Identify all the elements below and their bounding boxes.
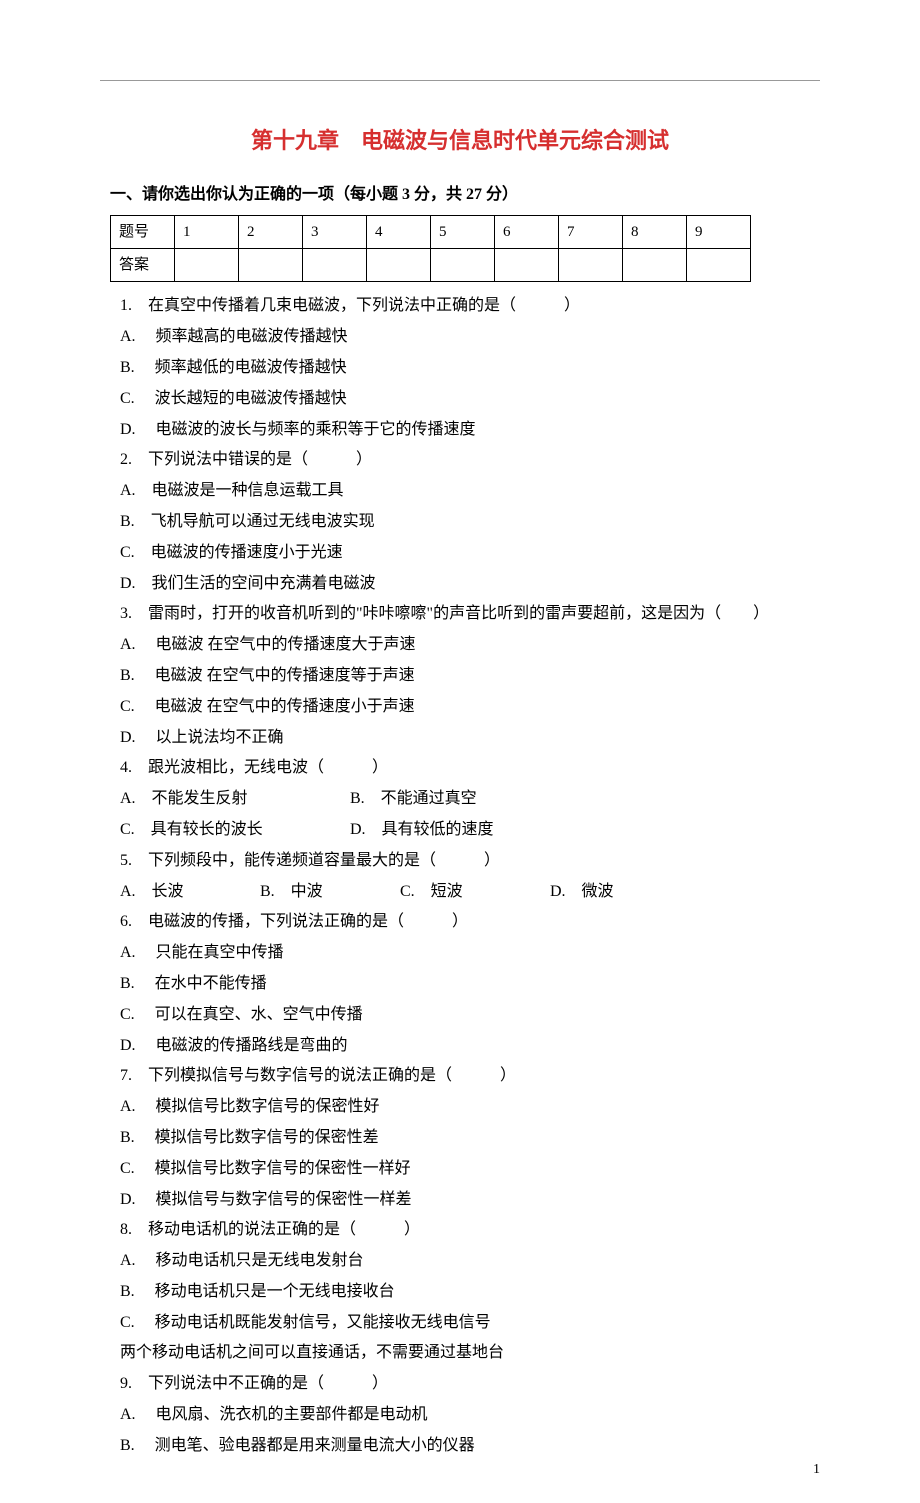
question-option: A. 电风扇、洗衣机的主要部件都是电动机 (120, 1401, 820, 1430)
question-stem: 2. 下列说法中错误的是（ ） (120, 446, 820, 475)
question-option: C. 电磁波的传播速度小于光速 (120, 539, 820, 568)
question-option: A. 电磁波 在空气中的传播速度大于声速 (120, 631, 820, 660)
table-cell (303, 249, 367, 282)
question-option: A. 频率越高的电磁波传播越快 (120, 323, 820, 352)
table-cell: 3 (303, 216, 367, 249)
table-cell (239, 249, 303, 282)
question-option: B. 频率越低的电磁波传播越快 (120, 354, 820, 383)
question-option: A. 移动电话机只是无线电发射台 (120, 1247, 820, 1276)
top-divider (100, 80, 820, 81)
table-cell (495, 249, 559, 282)
question-option: B. 在水中不能传播 (120, 970, 820, 999)
question-option-row: A. 不能发生反射 B. 不能通过真空 (120, 785, 820, 814)
answer-table: 题号 1 2 3 4 5 6 7 8 9 答案 (110, 215, 751, 282)
table-row: 答案 (111, 249, 751, 282)
page: 第十九章 电磁波与信息时代单元综合测试 一、请你选出你认为正确的一项（每小题 3… (0, 0, 920, 1503)
question-stem: 9. 下列说法中不正确的是（ ） (120, 1370, 820, 1399)
table-cell (687, 249, 751, 282)
row-label: 答案 (111, 249, 175, 282)
question-option: B. 测电笔、验电器都是用来测量电流大小的仪器 (120, 1432, 820, 1461)
question-option: C. 可以在真空、水、空气中传播 (120, 1001, 820, 1030)
table-cell (623, 249, 687, 282)
question-option: D. 以上说法均不正确 (120, 724, 820, 753)
question-option: B. 飞机导航可以通过无线电波实现 (120, 508, 820, 537)
question-option: A. 电磁波是一种信息运载工具 (120, 477, 820, 506)
table-cell: 4 (367, 216, 431, 249)
question-option: D. 电磁波的传播路线是弯曲的 (120, 1032, 820, 1061)
question-option: A. 不能发生反射 (120, 785, 350, 814)
table-cell (559, 249, 623, 282)
question-stem: 7. 下列模拟信号与数字信号的说法正确的是（ ） (120, 1062, 820, 1091)
row-label: 题号 (111, 216, 175, 249)
question-option: C. 具有较长的波长 (120, 816, 350, 845)
question-option-row: A. 长波 B. 中波 C. 短波 D. 微波 (120, 878, 820, 907)
table-cell: 1 (175, 216, 239, 249)
question-option: C. 波长越短的电磁波传播越快 (120, 385, 820, 414)
question-option: D. 我们生活的空间中充满着电磁波 (120, 570, 820, 599)
question-stem: 5. 下列频段中，能传递频道容量最大的是（ ） (120, 847, 820, 876)
table-cell (175, 249, 239, 282)
question-option: B. 移动电话机只是一个无线电接收台 (120, 1278, 820, 1307)
question-stem: 6. 电磁波的传播，下列说法正确的是（ ） (120, 908, 820, 937)
question-stem: 1. 在真空中传播着几束电磁波，下列说法中正确的是（ ） (120, 292, 820, 321)
question-option: B. 不能通过真空 (350, 785, 477, 814)
question-option: A. 模拟信号比数字信号的保密性好 (120, 1093, 820, 1122)
question-option: C. 电磁波 在空气中的传播速度小于声速 (120, 693, 820, 722)
table-cell: 6 (495, 216, 559, 249)
table-cell: 8 (623, 216, 687, 249)
question-option: B. 模拟信号比数字信号的保密性差 (120, 1124, 820, 1153)
table-cell: 7 (559, 216, 623, 249)
table-cell (431, 249, 495, 282)
table-cell: 2 (239, 216, 303, 249)
table-cell: 5 (431, 216, 495, 249)
question-option: C. 短波 (400, 878, 550, 907)
question-stem: 3. 雷雨时，打开的收音机听到的"咔咔嚓嚓"的声音比听到的雷声要超前，这是因为（… (120, 600, 820, 629)
question-stem: 4. 跟光波相比，无线电波（ ） (120, 754, 820, 783)
question-option: A. 长波 (120, 878, 260, 907)
question-stem: 8. 移动电话机的说法正确的是（ ） (120, 1216, 820, 1245)
question-option: D. 微波 (550, 878, 614, 907)
question-option: C. 移动电话机既能发射信号，又能接收无线电信号 (120, 1309, 820, 1338)
question-option: B. 中波 (260, 878, 400, 907)
question-option: D. 具有较低的速度 (350, 816, 494, 845)
question-option: 两个移动电话机之间可以直接通话，不需要通过基地台 (120, 1339, 820, 1368)
table-row: 题号 1 2 3 4 5 6 7 8 9 (111, 216, 751, 249)
question-option: B. 电磁波 在空气中的传播速度等于声速 (120, 662, 820, 691)
question-option: C. 模拟信号比数字信号的保密性一样好 (120, 1155, 820, 1184)
question-option: D. 电磁波的波长与频率的乘积等于它的传播速度 (120, 416, 820, 445)
document-title: 第十九章 电磁波与信息时代单元综合测试 (100, 121, 820, 161)
page-number: 1 (813, 1457, 820, 1482)
question-option-row: C. 具有较长的波长 D. 具有较低的速度 (120, 816, 820, 845)
table-cell: 9 (687, 216, 751, 249)
question-option: D. 模拟信号与数字信号的保密性一样差 (120, 1186, 820, 1215)
question-option: A. 只能在真空中传播 (120, 939, 820, 968)
section-1-heading: 一、请你选出你认为正确的一项（每小题 3 分，共 27 分） (110, 181, 820, 210)
table-cell (367, 249, 431, 282)
